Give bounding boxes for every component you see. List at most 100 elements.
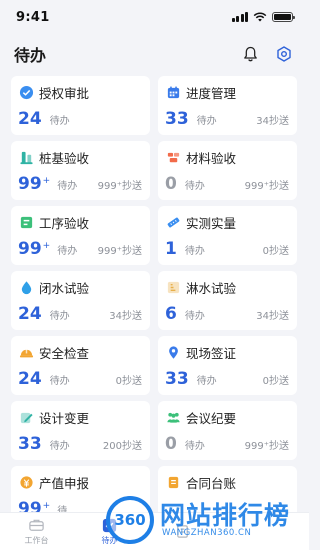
todo-card-visa[interactable]: 现场签证 33 待办 0抄送 [158, 336, 297, 395]
card-header: 桩基验收 [18, 148, 142, 166]
card-stats: 24 待办 0抄送 [18, 369, 142, 389]
pending-label: 待办 [184, 441, 205, 452]
cc-count: 0抄送 [262, 246, 289, 257]
tab-building[interactable] [158, 523, 208, 541]
card-stats: 24 待办 [18, 109, 142, 129]
tab-todo[interactable]: 待办 [85, 517, 135, 546]
card-header: 现场签证 [165, 343, 289, 361]
pending-label: 待办 [57, 246, 78, 257]
cc-count: 0抄送 [115, 376, 142, 387]
todo-card-design[interactable]: 设计变更 33 待办 200抄送 [11, 401, 150, 460]
card-header: 产值申报 [18, 473, 142, 491]
todo-card-closed[interactable]: 闭水试验 24 待办 34抄送 [11, 271, 150, 330]
tab-label: 待办 [101, 536, 118, 545]
edit-icon [20, 412, 33, 423]
status-icons [231, 12, 295, 22]
pending-count: 99 [18, 239, 42, 259]
card-header: 闭水试验 [18, 278, 142, 296]
card-title: 工序验收 [39, 215, 90, 231]
cc-count: 34抄送 [256, 116, 289, 127]
todo-card-safety[interactable]: 安全检查 24 待办 0抄送 [11, 336, 150, 395]
card-header: 会议纪要 [165, 408, 289, 426]
pending-label: 待办 [49, 116, 70, 127]
card-icon [18, 149, 34, 165]
briefcase-icon [29, 519, 44, 531]
card-title: 授权审批 [39, 85, 90, 101]
check-shield-icon [19, 85, 33, 99]
card-title: 设计变更 [39, 410, 90, 426]
cc-count: 0抄送 [262, 376, 289, 387]
card-header: 设计变更 [18, 408, 142, 426]
pending-count: 33 [165, 109, 189, 129]
card-header: 安全检查 [18, 343, 142, 361]
card-icon [18, 474, 34, 490]
pile-icon [19, 151, 33, 164]
card-icon [18, 409, 34, 425]
todo-card-progress[interactable]: 进度管理 33 待办 34抄送 [158, 76, 297, 135]
pending-count: 99 [18, 174, 42, 194]
water-drop-icon [21, 280, 31, 294]
card-stats: 24 待办 34抄送 [18, 304, 142, 324]
card-title: 淋水试验 [186, 280, 237, 296]
pending-label: 待办 [49, 376, 70, 387]
cc-count: 34抄送 [109, 311, 142, 322]
bell-icon [243, 46, 257, 62]
process-icon [20, 216, 32, 228]
settings-button[interactable] [275, 45, 293, 63]
ledger-icon [168, 476, 178, 488]
cc-count: 999⁺抄送 [244, 181, 289, 192]
cc-count: 999⁺抄送 [97, 246, 142, 257]
todo-card-meeting[interactable]: 会议纪要 0 待办 999⁺抄送 [158, 401, 297, 460]
page-header: 待办 [0, 38, 309, 70]
card-title: 产值申报 [39, 475, 90, 491]
cc-count: 200抄送 [102, 441, 142, 452]
notification-button[interactable] [241, 45, 259, 63]
helmet-icon [19, 348, 33, 357]
pending-count: 0 [165, 174, 177, 194]
todo-card-material[interactable]: 材料验收 0 待办 999⁺抄送 [158, 141, 297, 200]
card-stats: 6 待办 34抄送 [165, 304, 289, 324]
signal-icon [231, 12, 248, 22]
building-icon [177, 524, 188, 538]
pending-label: 待办 [49, 441, 70, 452]
pending-count: 24 [18, 369, 42, 389]
wifi-icon [253, 12, 267, 22]
tab-briefcase[interactable]: 工作台 [12, 517, 62, 546]
todo-card-pile[interactable]: 桩基验收 99 + 待办 999⁺抄送 [11, 141, 150, 200]
todo-card-shower[interactable]: 淋水试验 6 待办 34抄送 [158, 271, 297, 330]
card-title: 材料验收 [186, 150, 237, 166]
card-icon [165, 409, 181, 425]
pending-count: 33 [165, 369, 189, 389]
card-header: 材料验收 [165, 148, 289, 166]
pending-label: 待办 [49, 311, 70, 322]
todo-card-auth[interactable]: 授权审批 24 待办 [11, 76, 150, 135]
card-header: 合同台账 [165, 473, 289, 491]
pending-count: 33 [18, 434, 42, 454]
card-header: 进度管理 [165, 83, 289, 101]
card-title: 合同台账 [186, 475, 237, 491]
shower-icon [167, 281, 179, 293]
card-icon [165, 84, 181, 100]
pending-label: 待办 [196, 116, 217, 127]
card-header: 授权审批 [18, 83, 142, 101]
card-stats: 99 + 待办 999⁺抄送 [18, 174, 142, 194]
pending-count: 24 [18, 109, 42, 129]
header-actions [241, 45, 293, 63]
card-icon [165, 214, 181, 230]
todo-card-process[interactable]: 工序验收 99 + 待办 999⁺抄送 [11, 206, 150, 265]
pending-label: 待办 [184, 181, 205, 192]
pending-count: 24 [18, 304, 42, 324]
todo-card-measure[interactable]: 实测实量 1 待办 0抄送 [158, 206, 297, 265]
card-stats: 33 待办 34抄送 [165, 109, 289, 129]
pending-count: 1 [165, 239, 177, 259]
page-title: 待办 [14, 46, 47, 65]
bricks-icon [167, 152, 179, 162]
card-header: 工序验收 [18, 213, 142, 231]
cc-count: 999⁺抄送 [244, 441, 289, 452]
ruler-icon [167, 217, 179, 227]
count-overflow-mark: + [42, 501, 51, 511]
status-time: 9:41 [16, 9, 50, 25]
card-stats: 33 待办 0抄送 [165, 369, 289, 389]
todo-icon [102, 518, 117, 533]
coin-icon [19, 475, 33, 489]
